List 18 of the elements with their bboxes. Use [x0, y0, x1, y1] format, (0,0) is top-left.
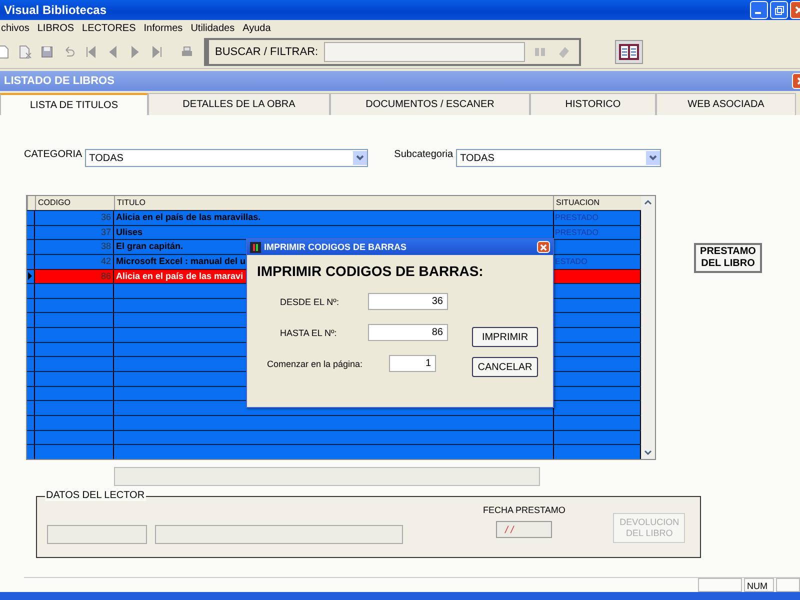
date-label: FECHA PRESTAMO	[483, 505, 566, 515]
field-label: DESDE EL Nº:	[279, 296, 340, 306]
field-label: Comenzar en la página:	[266, 358, 364, 368]
table-cell: Microsoft Excel : manual del u	[116, 254, 246, 268]
status-indicator: NUM	[744, 578, 774, 592]
panel-title: DATOS DEL LECTOR	[45, 490, 146, 501]
dialog-title: IMPRIMIR CODIGOS DE BARRAS	[264, 242, 407, 252]
window-title: Visual Bibliotecas	[4, 3, 106, 17]
filter-label: CATEGORIA	[24, 149, 82, 160]
table-cell: Ulises	[116, 226, 143, 239]
filter-label: Subcategoria	[394, 149, 454, 160]
table-cell: Alicia en el país de las maravillas.	[116, 211, 261, 224]
search-label: BUSCAR / FILTRAR:	[215, 46, 318, 58]
table-cell: El gran capitán.	[116, 240, 184, 254]
field-label: HASTA EL Nº:	[279, 328, 338, 338]
dialog-heading: IMPRIMIR CODIGOS DE BARRAS:	[257, 263, 484, 279]
child-window-title: LISTADO DE LIBROS	[3, 75, 114, 87]
table-cell: Alicia en el país de las maravi	[116, 270, 244, 283]
